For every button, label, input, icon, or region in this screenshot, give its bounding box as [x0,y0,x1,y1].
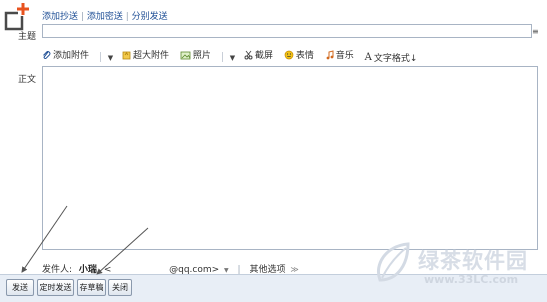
double-chevron-down-icon[interactable]: ≫ [290,265,298,274]
toolbar-divider [221,52,223,62]
add-cc-link[interactable]: 添加抄送 [42,12,78,22]
add-attachment-button[interactable]: 添加附件 [42,48,89,61]
timed-send-button[interactable]: 定时发送 [37,279,74,296]
separate-send-link[interactable]: 分别发送 [132,12,168,22]
large-attachment-icon [122,51,131,59]
smiley-icon [284,50,294,59]
photo-label: 照片 [192,51,211,61]
toolbar-divider [99,52,101,62]
large-attachment-label: 超大附件 [133,51,170,61]
links-separator: | [125,12,129,22]
sender-dropdown-icon[interactable]: ▼ [224,267,229,274]
emoji-label: 表情 [295,51,314,61]
paperclip-icon [43,50,51,59]
photo-icon [180,51,191,59]
add-attachment-label: 添加附件 [53,51,90,61]
body-label: 正文 [18,75,37,85]
close-button[interactable]: 关闭 [108,279,132,296]
recipient-options-row: 添加抄送 | 添加密送 | 分别发送 [42,9,168,22]
add-bcc-link[interactable]: 添加密送 [87,12,123,22]
watermark-leaf-icon [377,242,410,282]
music-note-icon [326,49,334,59]
watermark-text: 绿茶软件园 [418,249,528,273]
sender-email-redacted [114,264,167,275]
music-button[interactable]: 音乐 [325,48,354,61]
photo-button[interactable]: 照片 [180,48,211,61]
body-editor[interactable] [42,66,538,250]
music-label: 音乐 [335,51,354,61]
scissors-icon [244,50,253,59]
subject-input[interactable] [42,24,532,38]
save-draft-button[interactable]: 存草稿 [77,279,106,296]
emoji-button[interactable]: 表情 [284,48,314,61]
attachment-dropdown-icon[interactable]: ▼ [108,54,113,62]
subject-label: 主题 [18,32,37,42]
font-a-icon: A [364,51,372,63]
screenshot-button[interactable]: 截屏 [244,48,273,61]
screenshot-label: 截屏 [254,51,273,61]
subject-options-icon[interactable]: ≡ [532,27,539,36]
send-button[interactable]: 发送 [6,279,34,296]
links-separator: | [80,12,84,22]
compose-toolbar: 添加附件 ▼ 超大附件 照片 ▼ 截屏 表情 音乐 A 文字格式↓ [42,48,425,64]
watermark-url: www.33LC.com [424,273,519,286]
large-attachment-button[interactable]: 超大附件 [122,48,169,61]
text-format-label: 文字格式↓ [373,53,418,64]
photo-dropdown-icon[interactable]: ▼ [230,54,235,62]
text-format-button[interactable]: A 文字格式↓ [365,51,418,64]
